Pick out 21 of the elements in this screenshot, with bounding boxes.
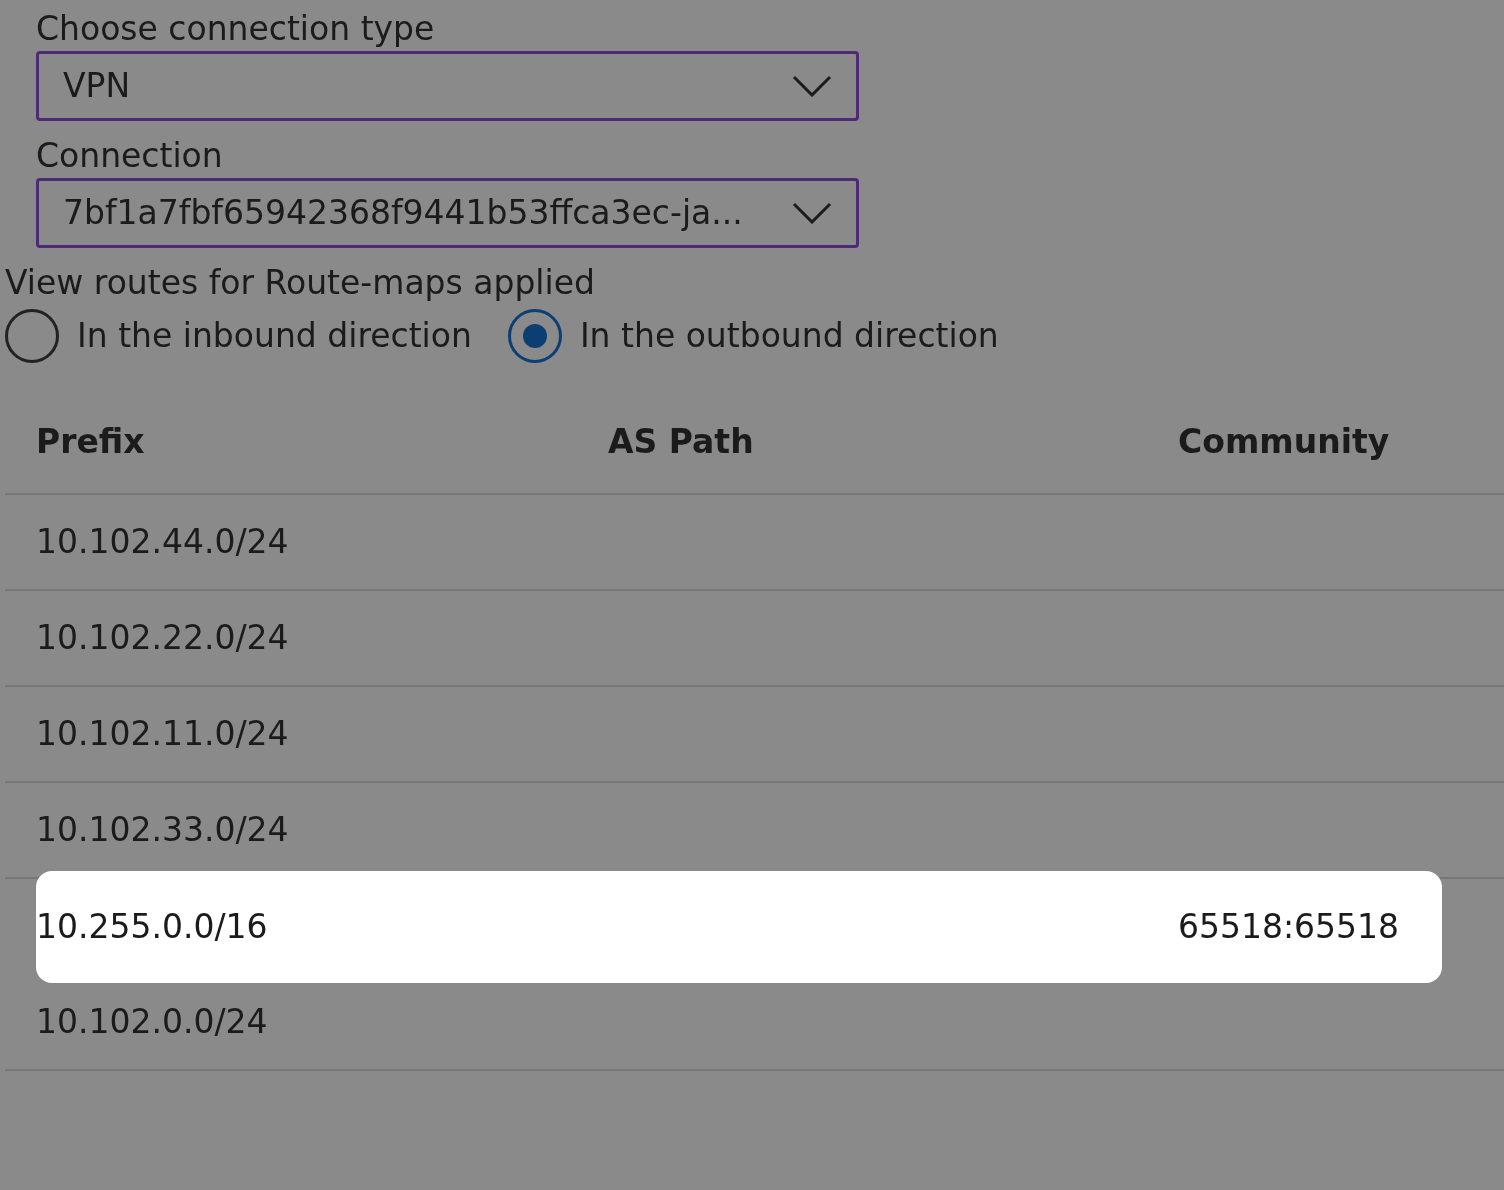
- table-cell-text: 10.102.44.0/24: [36, 520, 290, 563]
- radio-button[interactable]: [507, 308, 562, 363]
- table-cell-text: 10.102.0.0/24: [36, 1000, 269, 1043]
- radio-option[interactable]: In the inbound direction: [5, 308, 472, 363]
- direction-label: View routes for Route-maps applied: [5, 261, 596, 304]
- column-header: Prefix: [36, 420, 146, 463]
- connection-dropdown[interactable]: 7bf1a7fbf65942368f9441b53ffca3ec-ja...: [36, 177, 859, 248]
- connection-label: Connection: [36, 134, 224, 177]
- table-cell-text: 65518:65518: [1178, 905, 1401, 948]
- table-cell-text: 10.102.11.0/24: [36, 712, 290, 755]
- column-header: Community: [1178, 420, 1391, 463]
- radio-button[interactable]: [5, 308, 59, 363]
- radio-option[interactable]: In the outbound direction: [507, 308, 999, 363]
- table-cell-text: 10.255.0.0/16: [36, 905, 269, 948]
- table-cell-text: 10.102.33.0/24: [36, 808, 290, 851]
- connection-type-dropdown[interactable]: VPN: [36, 50, 859, 121]
- chevron-down-icon: [792, 74, 832, 97]
- table-cell-text: 10.102.22.0/24: [36, 616, 290, 659]
- column-header: AS Path: [608, 420, 755, 463]
- chevron-down-icon: [792, 201, 832, 224]
- connection-type-label: Choose connection type: [36, 8, 436, 50]
